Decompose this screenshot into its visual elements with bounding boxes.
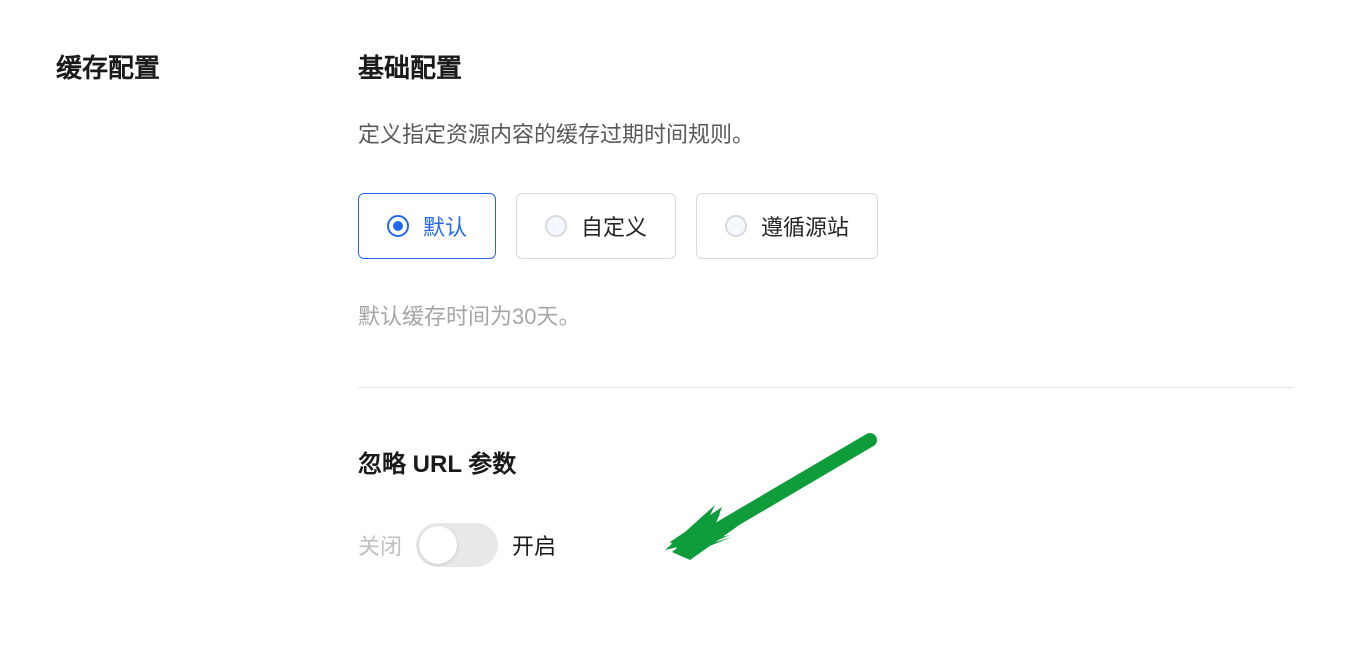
radio-label: 遵循源站 <box>761 210 849 242</box>
radio-label: 默认 <box>423 210 467 242</box>
radio-icon <box>725 215 747 237</box>
toggle-knob <box>419 526 457 564</box>
basic-config-helper: 默认缓存时间为30天。 <box>358 299 1294 331</box>
basic-config-description: 定义指定资源内容的缓存过期时间规则。 <box>358 117 1294 149</box>
radio-option-follow-origin[interactable]: 遵循源站 <box>696 193 878 259</box>
cache-mode-radio-group: 默认 自定义 遵循源站 <box>358 193 1294 259</box>
radio-icon <box>545 215 567 237</box>
toggle-off-label: 关闭 <box>358 529 402 561</box>
sidebar: 缓存配置 <box>56 48 358 567</box>
radio-icon <box>387 215 409 237</box>
main-content: 基础配置 定义指定资源内容的缓存过期时间规则。 默认 自定义 遵循源站 默认缓存… <box>358 48 1294 567</box>
radio-option-custom[interactable]: 自定义 <box>516 193 676 259</box>
radio-option-default[interactable]: 默认 <box>358 193 496 259</box>
ignore-url-toggle[interactable] <box>416 523 498 567</box>
toggle-on-label: 开启 <box>512 529 556 561</box>
ignore-url-toggle-row: 关闭 开启 <box>358 523 1294 567</box>
sidebar-title: 缓存配置 <box>56 48 358 85</box>
ignore-url-title: 忽略 URL 参数 <box>358 444 1294 479</box>
radio-label: 自定义 <box>581 210 647 242</box>
divider <box>358 387 1294 388</box>
basic-config-title: 基础配置 <box>358 48 1294 85</box>
